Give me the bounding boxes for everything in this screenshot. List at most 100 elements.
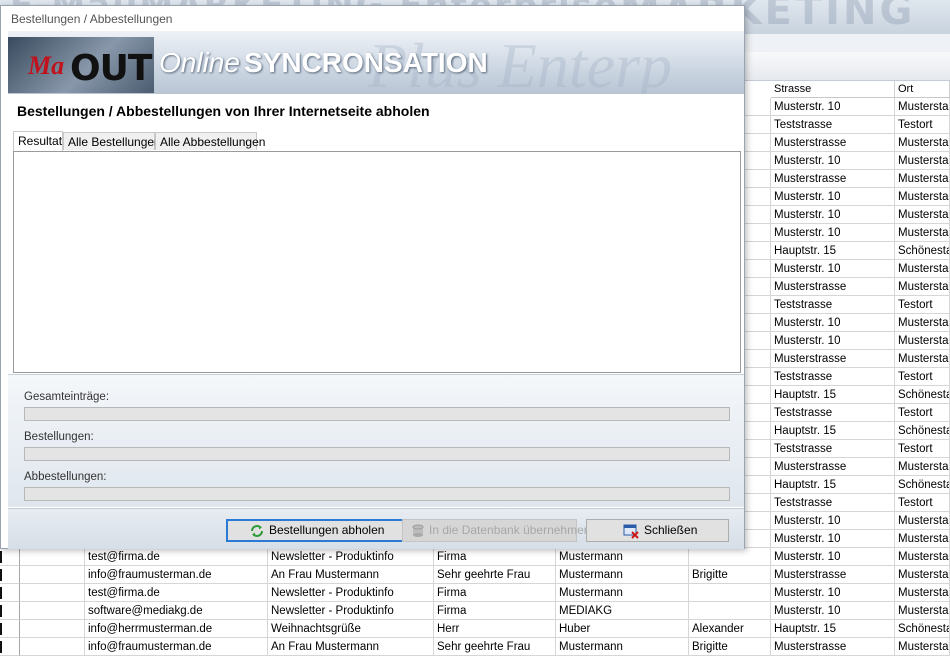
dialog-button-bar: Bestellungen abholen In die Datenbank üb… [8,508,744,549]
cell-ort: Testort [895,494,950,512]
cell-name: Mustermann [556,548,689,566]
table-row[interactable]: info@herrmusterman.de Weihnachtsgrüße Herr… [0,620,950,638]
cell-strasse: Hauptstr. 15 [771,242,895,260]
product-logo: Ma OUT [8,37,154,93]
dialog-title: Bestellungen / Abbestellungen [11,12,173,26]
table-row[interactable]: info@fraumusterman.de An Frau Mustermann S… [0,566,950,584]
close-label: Schließen [644,523,698,537]
cell-strasse: Musterstr. 10 [771,548,895,566]
cell-strasse: Musterstr. 10 [771,260,895,278]
stat-label-abbestellungen: Abbestellungen: [24,471,107,483]
cell-ort: Musterstadt [895,206,950,224]
row-selector[interactable] [0,566,20,584]
close-window-icon [623,524,639,539]
logo-text-bold: OUT [70,48,152,89]
cell-ort: Schönestadt [895,422,950,440]
column-header-ort[interactable]: Ort [895,81,950,98]
header-subtitle-bold: SYNCRONSATION [244,47,488,78]
cell-ort: Schönestadt [895,386,950,404]
cell-email: info@herrmusterman.de [85,620,268,638]
cell-betreff: An Frau Mustermann [268,638,434,656]
cell-ort: Musterstadt [895,584,950,602]
cell-ort: Schönestadt [895,620,950,638]
stat-label-bestellungen: Bestellungen: [24,431,94,443]
row-selector[interactable] [0,548,20,566]
cell-strasse: Teststrasse [771,296,895,314]
cell-ort: Schönestadt [895,242,950,260]
cell-strasse: Musterstr. 10 [771,530,895,548]
cell-betreff: Newsletter - Produktinfo [268,584,434,602]
refresh-icon [251,525,263,537]
dialog-titlebar[interactable]: Bestellungen / Abbestellungen [1,6,744,31]
table-row[interactable]: software@mediakg.de Newsletter - Produkti… [0,602,950,620]
tab-resultat[interactable]: Resultat [13,131,63,151]
row-selector[interactable] [0,602,20,620]
cell-strasse: Musterstrasse [771,170,895,188]
cell-vorname [689,548,771,566]
cell-vorname: Alexander [689,620,771,638]
table-row[interactable]: test@firma.de Newsletter - Produktinfo Fir… [0,548,950,566]
cell-anrede: Firma [434,584,556,602]
import-to-database-button[interactable]: In die Datenbank übernehmen [402,519,590,542]
cell-ort: Musterstadt [895,224,950,242]
cell-ort: Musterstadt [895,98,950,116]
column-header-strasse[interactable]: Strasse [771,81,895,98]
tab-alle-bestellungen[interactable]: Alle Bestellungen [63,132,161,150]
row-selector[interactable] [0,620,20,638]
cell-strasse: Musterstrasse [771,638,895,656]
cell-strasse: Musterstr. 10 [771,206,895,224]
cell-ort: Musterstadt [895,278,950,296]
cell-strasse: Musterstr. 10 [771,584,895,602]
cell-betreff: Weihnachtsgrüße [268,620,434,638]
table-row[interactable]: info@fraumusterman.de An Frau Mustermann S… [0,638,950,656]
cell-strasse: Musterstr. 10 [771,332,895,350]
cell-anrede: Herr [434,620,556,638]
cell-strasse: Teststrasse [771,494,895,512]
cell-ort: Musterstadt [895,566,950,584]
cell-ort: Musterstadt [895,530,950,548]
cell-vorname: Brigitte [689,566,771,584]
cell-betreff: Newsletter - Produktinfo [268,602,434,620]
cell-blank [20,566,85,584]
cell-strasse: Musterstrasse [771,278,895,296]
cell-strasse: Musterstr. 10 [771,314,895,332]
fetch-orders-button[interactable]: Bestellungen abholen [226,519,422,542]
cell-email: info@fraumusterman.de [85,638,268,656]
row-selector[interactable] [0,638,20,656]
cell-strasse: Musterstr. 10 [771,152,895,170]
cell-ort: Musterstadt [895,638,950,656]
cell-ort: Musterstadt [895,188,950,206]
cell-strasse: Musterstr. 10 [771,512,895,530]
cell-strasse: Hauptstr. 15 [771,476,895,494]
cell-anrede: Firma [434,602,556,620]
cell-ort: Musterstadt [895,134,950,152]
cell-anrede: Firma [434,548,556,566]
cell-strasse: Hauptstr. 15 [771,620,895,638]
cell-ort: Musterstadt [895,548,950,566]
cell-strasse: Musterstrasse [771,134,895,152]
row-selector[interactable] [0,584,20,602]
cell-strasse: Teststrasse [771,404,895,422]
table-row[interactable]: test@firma.de Newsletter - Produktinfo Fir… [0,584,950,602]
cell-ort: Musterstadt [895,458,950,476]
cell-strasse: Hauptstr. 15 [771,386,895,404]
cell-ort: Musterstadt [895,512,950,530]
cell-name: Huber [556,620,689,638]
stat-label-gesamteintraege: Gesamteinträge: [24,391,110,403]
result-panel[interactable] [13,151,741,373]
cell-email: info@fraumusterman.de [85,566,268,584]
tab-alle-abbestellungen[interactable]: Alle Abbestellungen [155,132,265,150]
cell-strasse: Hauptstr. 15 [771,422,895,440]
cell-strasse: Teststrasse [771,368,895,386]
cell-betreff: Newsletter - Produktinfo [268,548,434,566]
close-button[interactable]: Schließen [586,519,729,542]
cell-strasse: Musterstr. 10 [771,602,895,620]
cell-email: test@firma.de [85,548,268,566]
dialog-header-banner: Plus Enterp Ma OUT Online SYNCRONSATION [8,31,744,94]
cell-name: MEDIAKG [556,602,689,620]
cell-ort: Testort [895,116,950,134]
cell-vorname [689,584,771,602]
import-to-database-label: In die Datenbank übernehmen [429,523,591,537]
cell-email: software@mediakg.de [85,602,268,620]
cell-blank [20,548,85,566]
